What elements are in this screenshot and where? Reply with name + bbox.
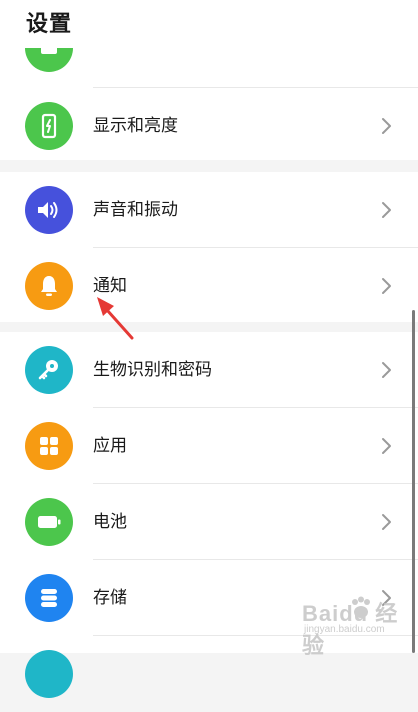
chevron-right-icon (382, 438, 391, 454)
watermark-url: jingyan.baidu.com (304, 624, 385, 635)
chevron-right-icon (382, 514, 391, 530)
chevron-right-icon (382, 202, 391, 218)
settings-item-label: 存储 (93, 588, 127, 608)
teal-settings-icon (25, 650, 73, 698)
settings-item-biometrics[interactable]: 生物识别和密码 (0, 332, 418, 408)
apps-grid-icon (25, 422, 73, 470)
app-header: 设置 (0, 0, 418, 48)
settings-item-battery[interactable]: 电池 (0, 484, 418, 560)
key-icon (25, 346, 73, 394)
speaker-icon (25, 186, 73, 234)
bell-icon (25, 262, 73, 310)
settings-item-label: 电池 (93, 512, 127, 532)
settings-item-label: 声音和振动 (93, 200, 178, 220)
settings-item-notifications[interactable]: 通知 (0, 248, 418, 324)
settings-item-apps[interactable]: 应用 (0, 408, 418, 484)
settings-item-sound[interactable]: 声音和振动 (0, 172, 418, 248)
battery-icon (25, 498, 73, 546)
settings-item-label: 显示和亮度 (93, 116, 178, 136)
chevron-right-icon (382, 278, 391, 294)
settings-item-display[interactable]: 显示和亮度 (0, 88, 418, 164)
phone-brightness-icon (25, 102, 73, 150)
settings-item-label: 应用 (93, 436, 127, 456)
page-title: 设置 (26, 12, 73, 37)
baidu-watermark: Baidu 经验 jingyan.baidu.com (298, 594, 412, 658)
chevron-right-icon (382, 362, 391, 378)
settings-item-label: 生物识别和密码 (93, 360, 212, 380)
settings-group-2: 声音和振动 通知 (0, 172, 418, 322)
scrollbar[interactable] (412, 310, 415, 653)
settings-item-label: 通知 (93, 276, 127, 296)
chevron-right-icon (382, 118, 391, 134)
storage-icon (25, 574, 73, 622)
